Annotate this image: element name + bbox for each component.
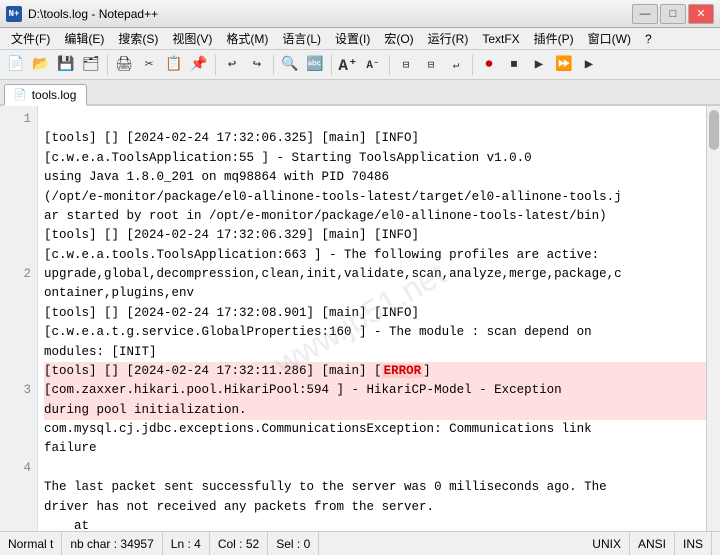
ln-value: 4 <box>194 537 201 551</box>
line-ending-label: UNIX <box>592 537 621 551</box>
tb-macro-run[interactable]: ⏩ <box>552 53 576 77</box>
minimize-button[interactable]: — <box>632 4 658 24</box>
menu-view[interactable]: 视图(V) <box>165 28 219 49</box>
menu-edit[interactable]: 编辑(E) <box>57 28 111 49</box>
menu-plugins[interactable]: 插件(P) <box>527 28 581 49</box>
status-sel: Sel : 0 <box>268 532 319 555</box>
log-line-6 <box>44 459 714 478</box>
tb-sep5 <box>389 55 390 75</box>
log-line-1: [tools] [] [2024-02-24 17:32:06.325] [ma… <box>44 129 714 226</box>
window-controls: — □ ✕ <box>632 4 714 24</box>
editor-content[interactable]: [tools] [] [2024-02-24 17:32:06.325] [ma… <box>38 106 720 531</box>
error-keyword: ERROR <box>382 364 424 378</box>
status-ins: INS <box>675 532 712 555</box>
line-numbers: 1 2 3 4 5 6 7 8 <box>0 106 38 531</box>
tb-macro-stop[interactable]: ⏹ <box>502 53 526 77</box>
tb-wrap[interactable]: ↵ <box>444 53 468 77</box>
tb-undo[interactable]: ↩ <box>220 53 244 77</box>
toolbar: 📄 📂 💾 🗂 🖨 ✂ 📋 📌 ↩ ↪ 🔍 🔤 A⁺ A⁻ ⊟ ⊟ ↵ ⏺ ⏹ … <box>0 50 720 80</box>
status-col: Col : 52 <box>210 532 268 555</box>
status-line-ending: UNIX <box>584 532 630 555</box>
status-mode: Normal t <box>8 532 62 555</box>
tb-copy[interactable]: 📋 <box>162 53 186 77</box>
log-line-3: [tools] [] [2024-02-24 17:32:08.901] [ma… <box>44 304 714 362</box>
menu-textfx[interactable]: TextFX <box>475 30 526 48</box>
tb-sync-h[interactable]: ⊟ <box>419 53 443 77</box>
tb-replace[interactable]: 🔤 <box>303 53 327 77</box>
status-encoding: ANSI <box>630 532 675 555</box>
tb-sync-v[interactable]: ⊟ <box>394 53 418 77</box>
maximize-button[interactable]: □ <box>660 4 686 24</box>
menu-help[interactable]: ? <box>638 30 659 48</box>
tab-file-icon: 📄 <box>13 88 27 101</box>
menu-settings[interactable]: 设置(I) <box>328 28 377 49</box>
col-label: Col : <box>218 537 243 551</box>
tb-sep2 <box>215 55 216 75</box>
tb-zoom-in[interactable]: A⁺ <box>336 53 360 77</box>
menu-macro[interactable]: 宏(O) <box>377 28 420 49</box>
scroll-thumb[interactable] <box>709 110 719 150</box>
mode-label: Normal t <box>8 537 53 551</box>
tb-sep1 <box>107 55 108 75</box>
tb-save-all[interactable]: 🗂 <box>79 53 103 77</box>
tb-sep3 <box>273 55 274 75</box>
tb-sep6 <box>472 55 473 75</box>
menu-file[interactable]: 文件(F) <box>4 28 57 49</box>
tab-label: tools.log <box>32 88 77 102</box>
sel-value: 0 <box>304 537 311 551</box>
tb-macro-rec[interactable]: ⏺ <box>477 53 501 77</box>
tab-bar: 📄 tools.log <box>0 80 720 106</box>
tb-save[interactable]: 💾 <box>54 53 78 77</box>
status-nb-char: nb char : 34957 <box>62 532 162 555</box>
col-value: 52 <box>246 537 259 551</box>
menu-window[interactable]: 窗口(W) <box>581 28 638 49</box>
status-ln: Ln : 4 <box>163 532 210 555</box>
title-bar: N+ D:\tools.log - Notepad++ — □ ✕ <box>0 0 720 28</box>
log-line-4: [tools] [] [2024-02-24 17:32:11.286] [ma… <box>44 362 714 420</box>
close-button[interactable]: ✕ <box>688 4 714 24</box>
tb-run[interactable]: ▶ <box>577 53 601 77</box>
tab-tools-log[interactable]: 📄 tools.log <box>4 84 87 106</box>
tb-redo[interactable]: ↪ <box>245 53 269 77</box>
log-line-5: com.mysql.cj.jdbc.exceptions.Communicati… <box>44 420 714 459</box>
tb-paste[interactable]: 📌 <box>187 53 211 77</box>
nb-char-label: nb char : <box>70 537 117 551</box>
app-icon: N+ <box>6 6 22 22</box>
sel-label: Sel : <box>276 537 300 551</box>
tb-find[interactable]: 🔍 <box>278 53 302 77</box>
tb-open[interactable]: 📂 <box>29 53 53 77</box>
encoding-label: ANSI <box>638 537 666 551</box>
tb-cut[interactable]: ✂ <box>137 53 161 77</box>
log-line-2: [tools] [] [2024-02-24 17:32:06.329] [ma… <box>44 226 714 304</box>
tb-macro-play[interactable]: ▶ <box>527 53 551 77</box>
nb-char-value: 34957 <box>120 537 153 551</box>
tb-new[interactable]: 📄 <box>4 53 28 77</box>
menu-language[interactable]: 语言(L) <box>275 28 328 49</box>
tb-print[interactable]: 🖨 <box>112 53 136 77</box>
menu-format[interactable]: 格式(M) <box>219 28 275 49</box>
menu-search[interactable]: 搜索(S) <box>111 28 165 49</box>
window-title: D:\tools.log - Notepad++ <box>28 7 632 21</box>
menu-run[interactable]: 运行(R) <box>421 28 476 49</box>
tb-sep4 <box>331 55 332 75</box>
log-line-8: at com.mysql.cj.jdbc.exceptions.SQLError… <box>44 517 714 531</box>
ln-label: Ln : <box>171 537 191 551</box>
menu-bar: 文件(F) 编辑(E) 搜索(S) 视图(V) 格式(M) 语言(L) 设置(I… <box>0 28 720 50</box>
status-bar: Normal t nb char : 34957 Ln : 4 Col : 52… <box>0 531 720 555</box>
tb-zoom-out[interactable]: A⁻ <box>361 53 385 77</box>
ins-label: INS <box>683 537 703 551</box>
editor-container: 1 2 3 4 5 6 7 8 [tools] [] [2024-02-24 1… <box>0 106 720 531</box>
log-line-7: The last packet sent successfully to the… <box>44 478 714 517</box>
vertical-scrollbar[interactable] <box>706 106 720 531</box>
